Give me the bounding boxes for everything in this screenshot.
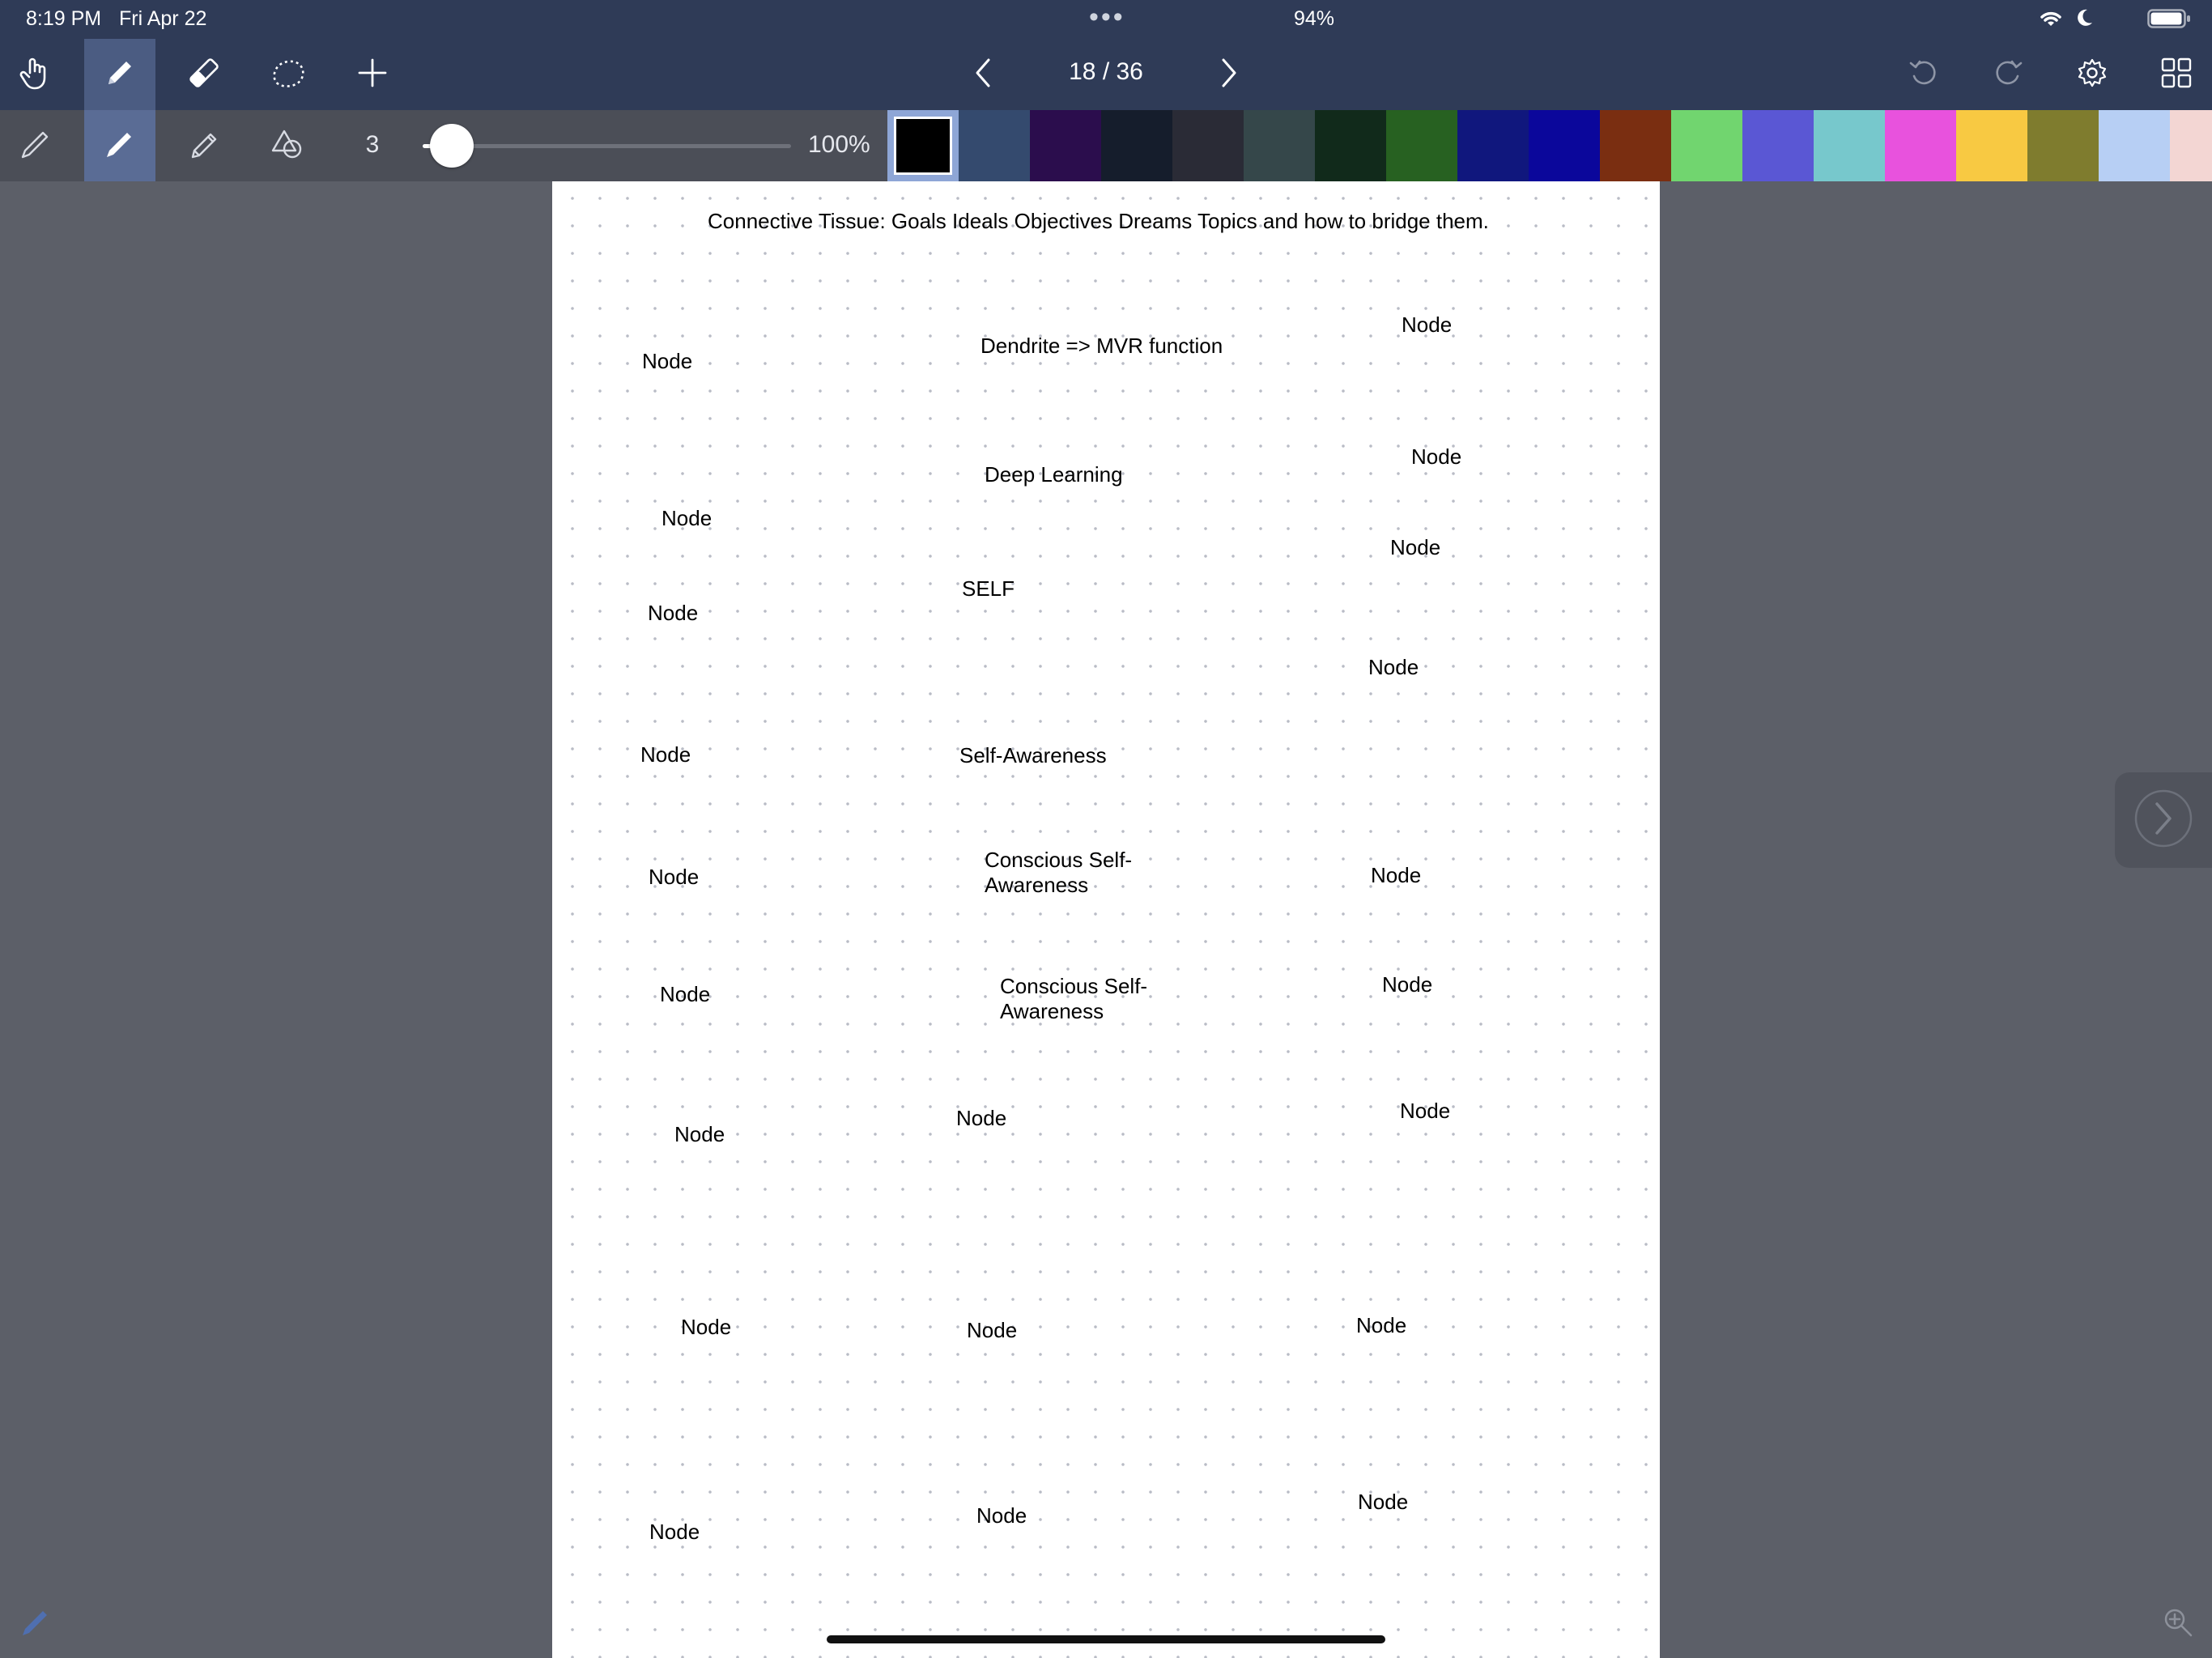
node-label: Node (1368, 655, 1419, 679)
color-swatch[interactable] (1101, 110, 1172, 181)
color-swatch[interactable] (1030, 110, 1101, 181)
status-time: 8:19 PM (26, 7, 102, 30)
color-swatch[interactable] (1885, 110, 1956, 181)
stroke-width-value: 3 (365, 131, 380, 158)
node-label: Node (681, 1315, 732, 1339)
label-conscious-self-awareness-1: Conscious Self- Awareness (985, 848, 1133, 897)
node-label: Node (1371, 863, 1422, 887)
add-button[interactable] (337, 39, 408, 110)
label-self-awareness: Self-Awareness (959, 743, 1107, 767)
color-swatch[interactable] (1956, 110, 2027, 181)
node-label: Node (1411, 444, 1462, 469)
chevron-right-icon (2133, 788, 2194, 853)
pen-options-toolbar: 3 100% (0, 110, 2212, 181)
color-swatch[interactable] (1386, 110, 1457, 181)
status-date: Fri Apr 22 (119, 7, 207, 30)
notebook-page[interactable]: Connective Tissue: Goals Ideals Objectiv… (552, 181, 1660, 1658)
label-conscious-self-awareness-2: Conscious Self- Awareness (1000, 974, 1148, 1023)
battery-percent: 94% (1294, 7, 1335, 30)
settings-button[interactable] (2057, 39, 2128, 110)
node-label: Node (1400, 1099, 1451, 1123)
label-deep-learning: Deep Learning (985, 462, 1123, 487)
node-label: Node (1358, 1490, 1409, 1514)
gear-icon (2076, 57, 2108, 93)
stroke-slider-track[interactable] (423, 144, 791, 148)
battery-icon (2147, 9, 2191, 32)
color-swatch[interactable] (1457, 110, 1529, 181)
home-indicator (827, 1635, 1385, 1643)
undo-icon (1908, 57, 1940, 93)
grid-icon (2160, 57, 2193, 93)
page-grid-button[interactable] (2141, 39, 2212, 110)
fountain-pen-button[interactable] (0, 110, 71, 181)
node-label: Node (642, 349, 693, 373)
node-label: Node (674, 1122, 725, 1146)
page-title: Connective Tissue: Goals Ideals Objectiv… (708, 209, 1489, 233)
ballpoint-pen-button[interactable] (84, 110, 155, 181)
color-swatch[interactable] (1600, 110, 1671, 181)
plus-icon (356, 57, 389, 93)
node-label: Node (1382, 972, 1433, 997)
eraser-tool-button[interactable] (168, 39, 240, 110)
stroke-slider-thumb[interactable] (430, 124, 474, 168)
node-label: Node (649, 1520, 700, 1544)
node-label: Node (661, 506, 713, 530)
color-swatch[interactable] (2027, 110, 2099, 181)
node-label: Node (1390, 535, 1441, 559)
color-swatch[interactable] (1814, 110, 1885, 181)
hand-icon (18, 55, 53, 95)
node-label: Node (660, 982, 711, 1006)
node-label: Node (640, 742, 691, 767)
node-label: Node (649, 865, 700, 889)
shapes-button[interactable] (253, 110, 324, 181)
pen-tool-button[interactable] (84, 39, 155, 110)
top-bar: 8:19 PM Fri Apr 22 ••• 94% 18 / 36 (0, 0, 2212, 110)
color-swatch[interactable] (1315, 110, 1386, 181)
color-swatch[interactable] (1742, 110, 1814, 181)
shapes-icon (270, 126, 307, 166)
chevron-left-icon (971, 57, 995, 93)
undo-button[interactable] (1888, 39, 1959, 110)
hand-tool-button[interactable] (0, 39, 71, 110)
color-swatch[interactable] (2099, 110, 2170, 181)
color-swatch[interactable] (1244, 110, 1315, 181)
redo-button[interactable] (1972, 39, 2044, 110)
color-swatch[interactable] (959, 110, 1030, 181)
ballpoint-pen-icon (102, 126, 138, 166)
color-swatch[interactable] (1671, 110, 1742, 181)
redo-icon (1992, 57, 2024, 93)
chevron-right-icon (1217, 57, 1241, 93)
node-label: Node (956, 1106, 1007, 1130)
fountain-pen-icon (18, 126, 53, 166)
label-self: SELF (962, 576, 1015, 601)
pen-icon (102, 55, 138, 95)
color-swatch[interactable] (887, 110, 959, 181)
next-page-button[interactable] (1193, 39, 1265, 110)
lasso-tool-button[interactable] (253, 39, 324, 110)
moon-icon (2074, 8, 2094, 32)
multitask-dots[interactable]: ••• (1089, 2, 1125, 33)
color-swatch[interactable] (2170, 110, 2212, 181)
node-label: Node (967, 1318, 1018, 1342)
node-label: Node (1402, 312, 1453, 337)
label-dendrite: Dendrite => MVR function (981, 334, 1223, 358)
color-swatch[interactable] (1172, 110, 1244, 181)
zoom-in-icon[interactable] (2162, 1606, 2194, 1643)
lasso-icon (269, 55, 308, 95)
highlighter-button[interactable] (168, 110, 240, 181)
highlighter-icon (186, 126, 222, 166)
node-label: Node (976, 1503, 1027, 1528)
wifi-icon (2039, 8, 2063, 32)
page-indicator[interactable]: 18 / 36 (1025, 58, 1187, 86)
node-label: Node (648, 601, 699, 625)
node-label: Node (1356, 1313, 1407, 1337)
previous-page-button[interactable] (947, 39, 1019, 110)
side-next-page-button[interactable] (2115, 772, 2212, 868)
color-swatch[interactable] (1529, 110, 1600, 181)
color-swatches (887, 110, 2212, 181)
pencil-icon[interactable] (18, 1605, 53, 1644)
color-swatch-fill (894, 117, 952, 175)
eraser-icon (186, 55, 222, 95)
opacity-value: 100% (808, 131, 870, 158)
